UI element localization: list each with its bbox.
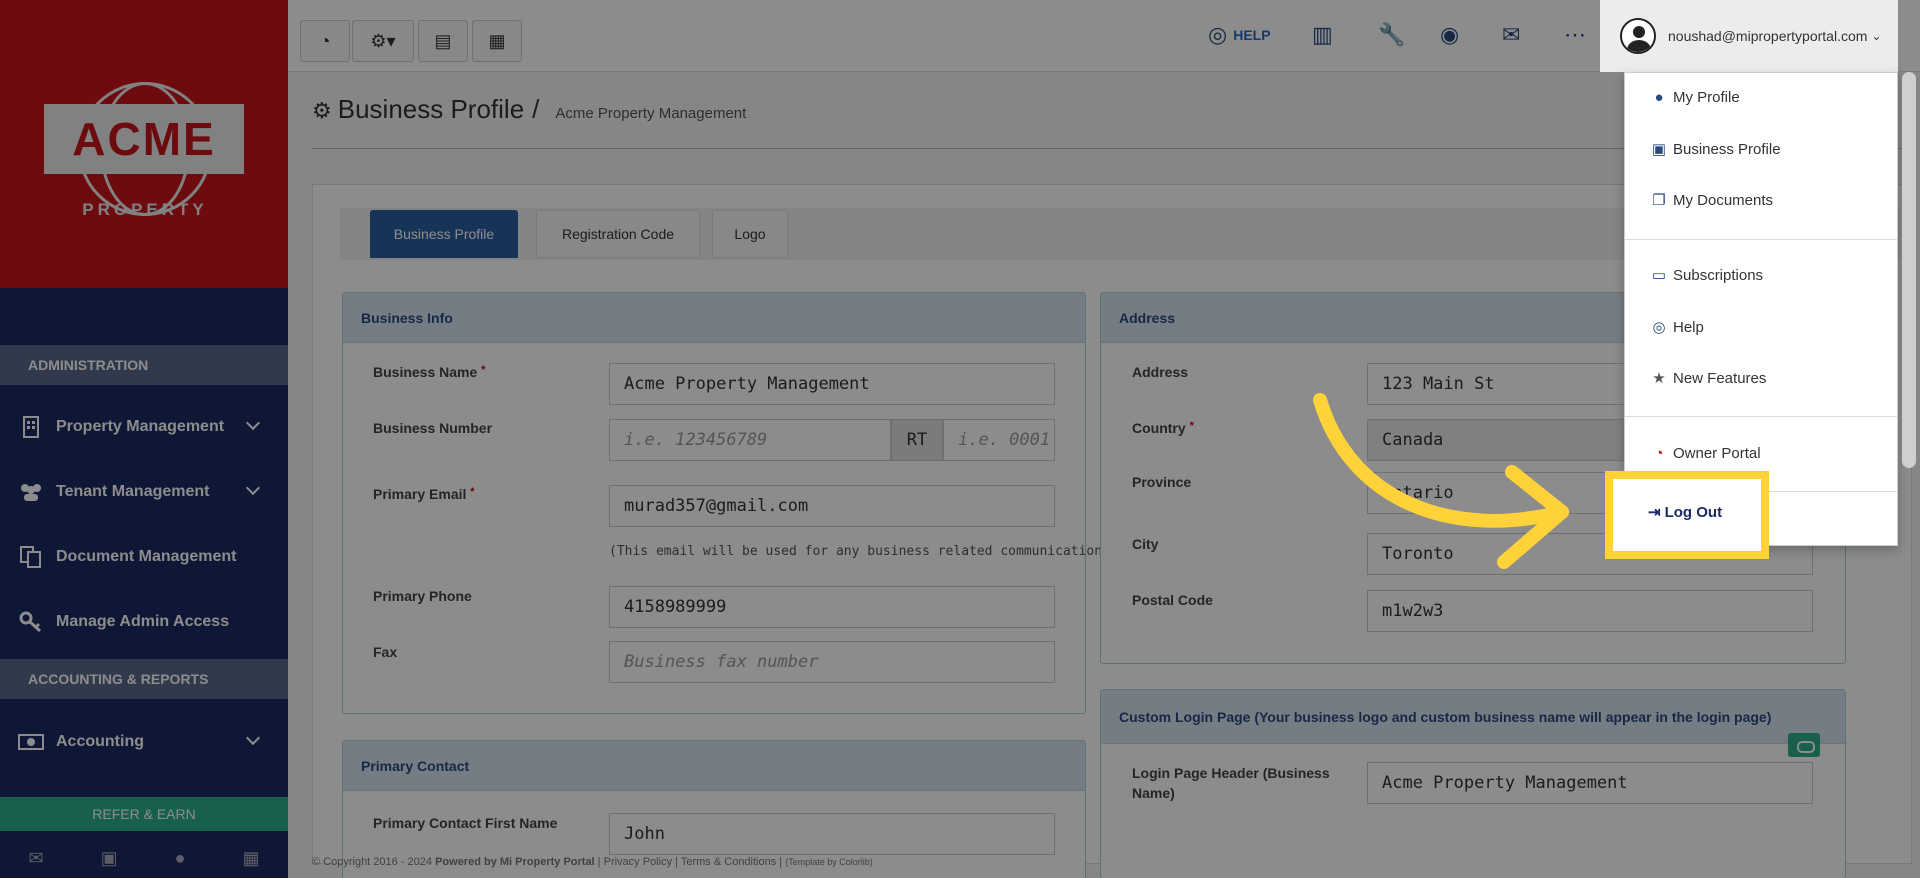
user-email: noushad@mipropertyportal.com [1668, 28, 1868, 44]
menu-item-business-profile[interactable]: ▣ Business Profile [1649, 139, 1781, 159]
menu-item-label: Help [1673, 318, 1704, 336]
scrollbar[interactable] [1902, 72, 1916, 468]
menu-item-my-profile[interactable]: ● My Profile [1649, 87, 1740, 107]
star-icon: ★ [1652, 370, 1666, 387]
credit-card-icon: ▭ [1651, 267, 1667, 284]
menu-item-my-documents[interactable]: ❐ My Documents [1649, 190, 1773, 210]
chevron-down-icon: ⌄ [1871, 29, 1882, 43]
user-icon: ● [1654, 88, 1664, 106]
menu-divider [1625, 239, 1897, 240]
documents-icon: ❐ [1652, 192, 1666, 209]
menu-item-label: My Documents [1673, 191, 1774, 209]
menu-item-label: My Profile [1673, 88, 1740, 106]
pointer-arrow [1313, 393, 1569, 569]
logout-button[interactable]: ⇥ Log Out [1648, 503, 1723, 522]
menu-item-label: Business Profile [1673, 140, 1781, 158]
menu-item-owner-portal[interactable]: ◔ Owner Portal [1649, 443, 1761, 463]
lifebuoy-icon: ◎ [1652, 319, 1666, 336]
logout-label: Log Out [1664, 503, 1723, 521]
avatar [1620, 18, 1656, 54]
menu-item-subscriptions[interactable]: ▭ Subscriptions [1649, 265, 1763, 285]
user-menu-toggle[interactable]: noushad@mipropertyportal.com ⌄ [1600, 0, 1898, 72]
sign-out-icon: ⇥ [1648, 504, 1661, 521]
menu-divider [1625, 416, 1897, 417]
menu-item-new-features[interactable]: ★ New Features [1649, 368, 1766, 388]
menu-item-label: Owner Portal [1673, 444, 1761, 462]
menu-item-help[interactable]: ◎ Help [1649, 317, 1704, 337]
briefcase-icon: ▣ [1651, 141, 1667, 158]
menu-item-label: Subscriptions [1673, 266, 1764, 284]
dashboard-icon: ◔ [1654, 444, 1664, 462]
menu-item-label: New Features [1673, 369, 1767, 387]
